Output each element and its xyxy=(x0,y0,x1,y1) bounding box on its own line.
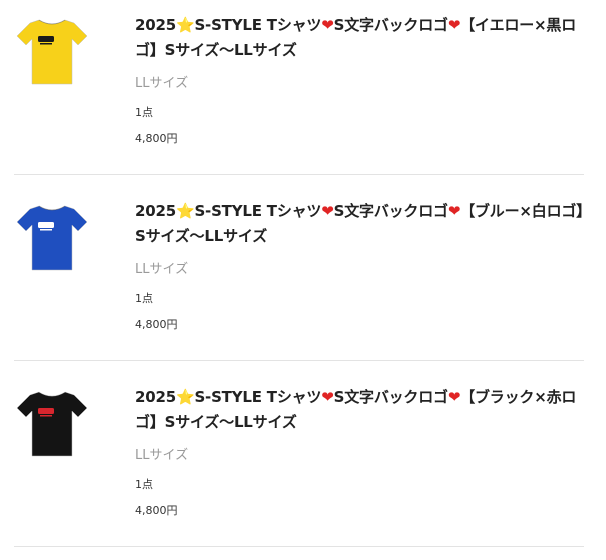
heart-emoji-icon: ❤ xyxy=(447,202,461,220)
cart-item: 2025⭐S-STYLE Tシャツ❤S文字バックロゴ❤【ブルー×白ロゴ】Sサイズ… xyxy=(0,186,606,372)
star-emoji-icon: ⭐ xyxy=(175,16,195,34)
tshirt-image[interactable] xyxy=(14,384,90,460)
product-title[interactable]: 2025⭐S-STYLE Tシャツ❤S文字バックロゴ❤【ブラック×赤ロゴ】Sサイ… xyxy=(135,385,585,435)
title-text: S文字バックロゴ xyxy=(333,388,448,406)
star-emoji-icon: ⭐ xyxy=(175,202,195,220)
star-emoji-icon: ⭐ xyxy=(175,388,195,406)
item-price: 4,800円 xyxy=(135,504,178,517)
item-size: LLサイズ xyxy=(135,448,189,463)
title-text: S-STYLE Tシャツ xyxy=(194,16,322,34)
title-text: 2025 xyxy=(135,16,176,34)
tshirt-image[interactable] xyxy=(14,12,90,88)
item-quantity: 1点 xyxy=(135,478,153,491)
cart-item: 2025⭐S-STYLE Tシャツ❤S文字バックロゴ❤【イエロー×黒ロゴ】Sサイ… xyxy=(0,0,606,186)
heart-emoji-icon: ❤ xyxy=(321,202,334,220)
item-info: 2025⭐S-STYLE Tシャツ❤S文字バックロゴ❤【イエロー×黒ロゴ】Sサイ… xyxy=(135,13,585,146)
heart-emoji-icon: ❤ xyxy=(447,388,461,406)
divider xyxy=(14,174,584,175)
item-info: 2025⭐S-STYLE Tシャツ❤S文字バックロゴ❤【ブルー×白ロゴ】Sサイズ… xyxy=(135,199,585,332)
cart-item-list: 2025⭐S-STYLE Tシャツ❤S文字バックロゴ❤【イエロー×黒ロゴ】Sサイ… xyxy=(0,0,606,558)
title-text: S文字バックロゴ xyxy=(333,16,448,34)
tshirt-image[interactable] xyxy=(14,198,90,274)
product-title[interactable]: 2025⭐S-STYLE Tシャツ❤S文字バックロゴ❤【イエロー×黒ロゴ】Sサイ… xyxy=(135,13,585,63)
divider xyxy=(14,546,584,547)
title-text: 2025 xyxy=(135,388,176,406)
item-price: 4,800円 xyxy=(135,132,178,145)
title-text: S-STYLE Tシャツ xyxy=(194,202,322,220)
heart-emoji-icon: ❤ xyxy=(321,388,334,406)
item-size: LLサイズ xyxy=(135,262,189,277)
item-price: 4,800円 xyxy=(135,318,178,331)
title-text: 2025 xyxy=(135,202,176,220)
divider xyxy=(14,360,584,361)
title-text: S文字バックロゴ xyxy=(333,202,448,220)
product-title[interactable]: 2025⭐S-STYLE Tシャツ❤S文字バックロゴ❤【ブルー×白ロゴ】Sサイズ… xyxy=(135,199,585,249)
title-text: S-STYLE Tシャツ xyxy=(194,388,322,406)
heart-emoji-icon: ❤ xyxy=(321,16,334,34)
item-quantity: 1点 xyxy=(135,106,153,119)
item-quantity: 1点 xyxy=(135,292,153,305)
cart-item: 2025⭐S-STYLE Tシャツ❤S文字バックロゴ❤【ブラック×赤ロゴ】Sサイ… xyxy=(0,372,606,558)
item-info: 2025⭐S-STYLE Tシャツ❤S文字バックロゴ❤【ブラック×赤ロゴ】Sサイ… xyxy=(135,385,585,518)
item-size: LLサイズ xyxy=(135,76,189,91)
heart-emoji-icon: ❤ xyxy=(447,16,461,34)
